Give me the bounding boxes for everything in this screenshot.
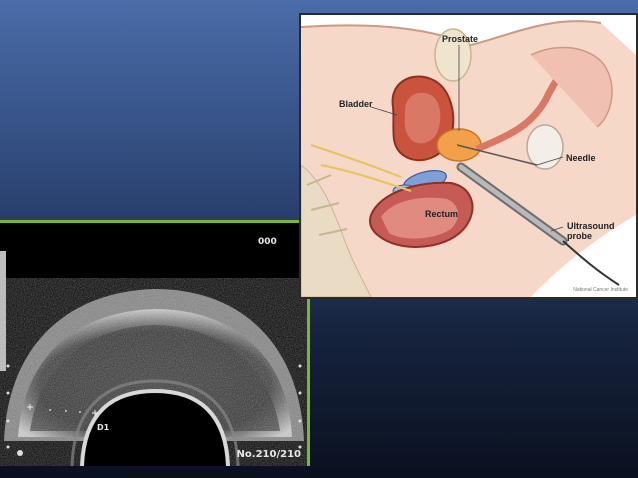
anatomy-illustration-frame: Prostate Bladder Needle Rectum Ultrasoun… xyxy=(299,13,638,299)
ultrasound-image-frame: 000 D1 No.210/210 xyxy=(0,220,310,466)
orientation-dot xyxy=(17,450,23,456)
label-ultrasound-probe: Ultrasound probe xyxy=(567,221,615,241)
label-prostate: Prostate xyxy=(442,34,479,44)
illustration-credit: National Cancer Institute xyxy=(573,287,628,293)
measurement-marker-label: D1 xyxy=(97,423,110,432)
label-needle: Needle xyxy=(566,153,596,163)
label-bladder: Bladder xyxy=(339,99,373,109)
label-probe-line2: probe xyxy=(567,231,593,241)
frame-number: No.210/210 xyxy=(236,449,301,460)
label-rectum: Rectum xyxy=(425,209,459,219)
frame-counter: 000 xyxy=(258,237,277,247)
ultrasound-scan xyxy=(0,223,307,466)
label-probe-line1: Ultrasound xyxy=(567,221,615,231)
